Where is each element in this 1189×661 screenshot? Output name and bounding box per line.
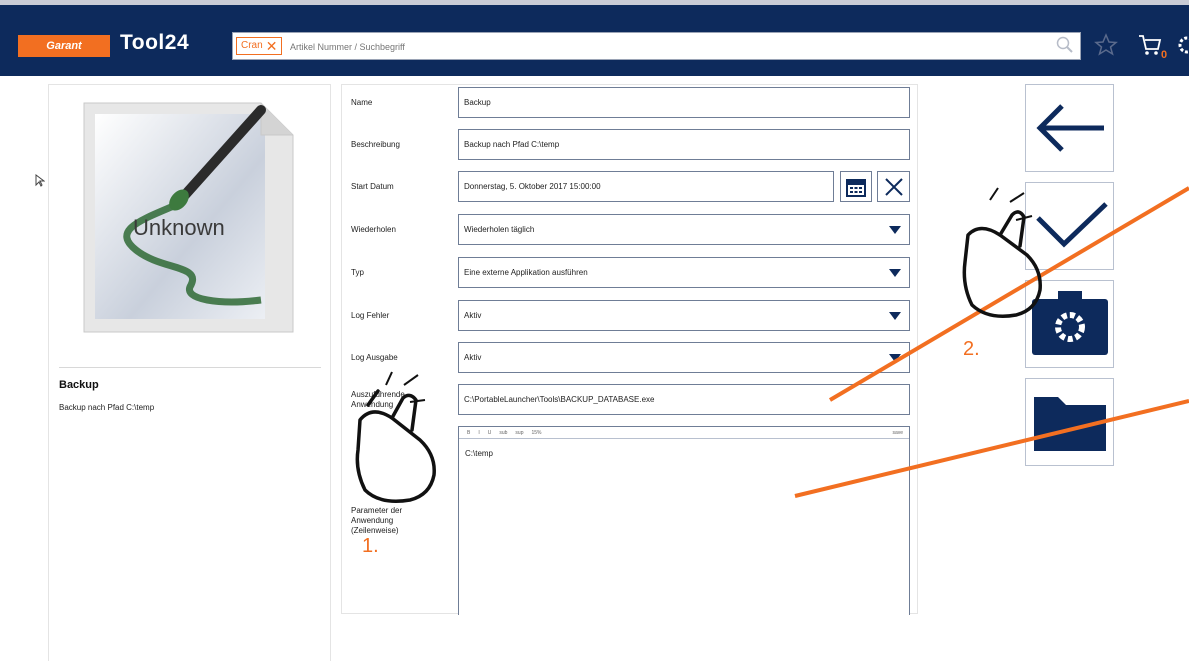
task-preview-panel: Unknown Backup Backup nach Pfad C:\temp bbox=[48, 84, 331, 661]
tool24-logo[interactable]: Tool24 bbox=[120, 31, 189, 55]
folder-button[interactable] bbox=[1025, 378, 1114, 466]
anwendung-field[interactable]: C:\PortableLauncher\Tools\BACKUP_DATABAS… bbox=[458, 384, 910, 415]
zoom-button[interactable]: 15% bbox=[531, 430, 541, 436]
search-input[interactable] bbox=[288, 38, 1052, 56]
name-label: Name bbox=[351, 98, 373, 107]
anwendung-label: Auszuführende Anwendung bbox=[351, 390, 405, 409]
chevron-down-icon bbox=[889, 354, 901, 362]
confirm-button[interactable] bbox=[1025, 182, 1114, 270]
bold-button[interactable]: B bbox=[467, 430, 470, 436]
parameter-textarea[interactable]: B I U sub sup 15% save C:\temp bbox=[458, 426, 910, 615]
name-field[interactable]: Backup bbox=[458, 87, 910, 118]
camera-settings-icon bbox=[1031, 291, 1108, 355]
log-fehler-value: Aktiv bbox=[464, 311, 482, 320]
close-icon bbox=[884, 177, 903, 196]
typ-value: Eine externe Applikation ausführen bbox=[464, 268, 588, 277]
settings-button[interactable] bbox=[1025, 280, 1114, 368]
wiederholen-value: Wiederholen täglich bbox=[464, 225, 535, 234]
search-bar[interactable]: Cran ✕ bbox=[232, 32, 1081, 60]
log-ausgabe-select[interactable]: Aktiv bbox=[458, 342, 910, 373]
beschreibung-field[interactable]: Backup nach Pfad C:\temp bbox=[458, 129, 910, 160]
typ-label: Typ bbox=[351, 268, 364, 277]
step-2-label: 2. bbox=[963, 338, 980, 360]
search-filter-tag-label: Cran bbox=[241, 40, 263, 51]
wiederholen-label: Wiederholen bbox=[351, 225, 396, 234]
search-filter-tag[interactable]: Cran ✕ bbox=[236, 37, 283, 55]
subscript-button[interactable]: sub bbox=[499, 430, 507, 436]
folder-icon bbox=[1033, 397, 1106, 451]
chevron-down-icon bbox=[889, 226, 901, 234]
gear-icon[interactable] bbox=[1176, 33, 1189, 62]
parameter-text: C:\temp bbox=[465, 449, 494, 458]
clear-date-button[interactable] bbox=[877, 171, 910, 202]
chevron-down-icon bbox=[889, 312, 901, 320]
calendar-icon bbox=[846, 178, 866, 197]
log-ausgabe-value: Aktiv bbox=[464, 353, 482, 362]
superscript-button[interactable]: sup bbox=[515, 430, 523, 436]
beschreibung-label: Beschreibung bbox=[351, 140, 400, 149]
italic-button[interactable]: I bbox=[478, 430, 479, 436]
top-navigation-bar: Garant Tool24 Cran ✕ 0 bbox=[0, 0, 1189, 76]
task-form: Name Backup Beschreibung Backup nach Pfa… bbox=[341, 84, 918, 615]
chevron-down-icon bbox=[889, 269, 901, 277]
wiederholen-select[interactable]: Wiederholen täglich bbox=[458, 214, 910, 245]
typ-select[interactable]: Eine externe Applikation ausführen bbox=[458, 257, 910, 288]
star-icon[interactable] bbox=[1094, 33, 1118, 62]
cart-count-badge: 0 bbox=[1161, 49, 1168, 61]
editor-toolbar: B I U sub sup 15% save bbox=[459, 427, 909, 439]
underline-button[interactable]: U bbox=[488, 430, 492, 436]
divider bbox=[59, 367, 321, 368]
task-title: Backup bbox=[59, 379, 99, 391]
search-icon[interactable] bbox=[1056, 36, 1074, 59]
checkmark-icon bbox=[1035, 202, 1108, 248]
step-1-label: 1. bbox=[362, 535, 379, 557]
close-icon[interactable]: ✕ bbox=[266, 39, 278, 53]
log-ausgabe-label: Log Ausgabe bbox=[351, 353, 398, 362]
parameter-label: Parameter der Anwendung (Zeilenweise) bbox=[351, 506, 403, 535]
task-description: Backup nach Pfad C:\temp bbox=[59, 403, 155, 412]
log-fehler-label: Log Fehler bbox=[351, 311, 390, 320]
unknown-image-label: Unknown bbox=[133, 215, 225, 240]
mouse-cursor-icon bbox=[35, 174, 45, 187]
start-datum-label: Start Datum bbox=[351, 182, 394, 191]
cart-icon[interactable] bbox=[1137, 33, 1163, 62]
editor-save-button[interactable]: save bbox=[892, 430, 909, 436]
start-datum-field[interactable]: Donnerstag, 5. Oktober 2017 15:00:00 bbox=[458, 171, 834, 202]
calendar-button[interactable] bbox=[840, 171, 872, 202]
garant-logo[interactable]: Garant bbox=[18, 35, 110, 57]
back-arrow-icon bbox=[1035, 104, 1104, 152]
log-fehler-select[interactable]: Aktiv bbox=[458, 300, 910, 331]
back-button[interactable] bbox=[1025, 84, 1114, 172]
